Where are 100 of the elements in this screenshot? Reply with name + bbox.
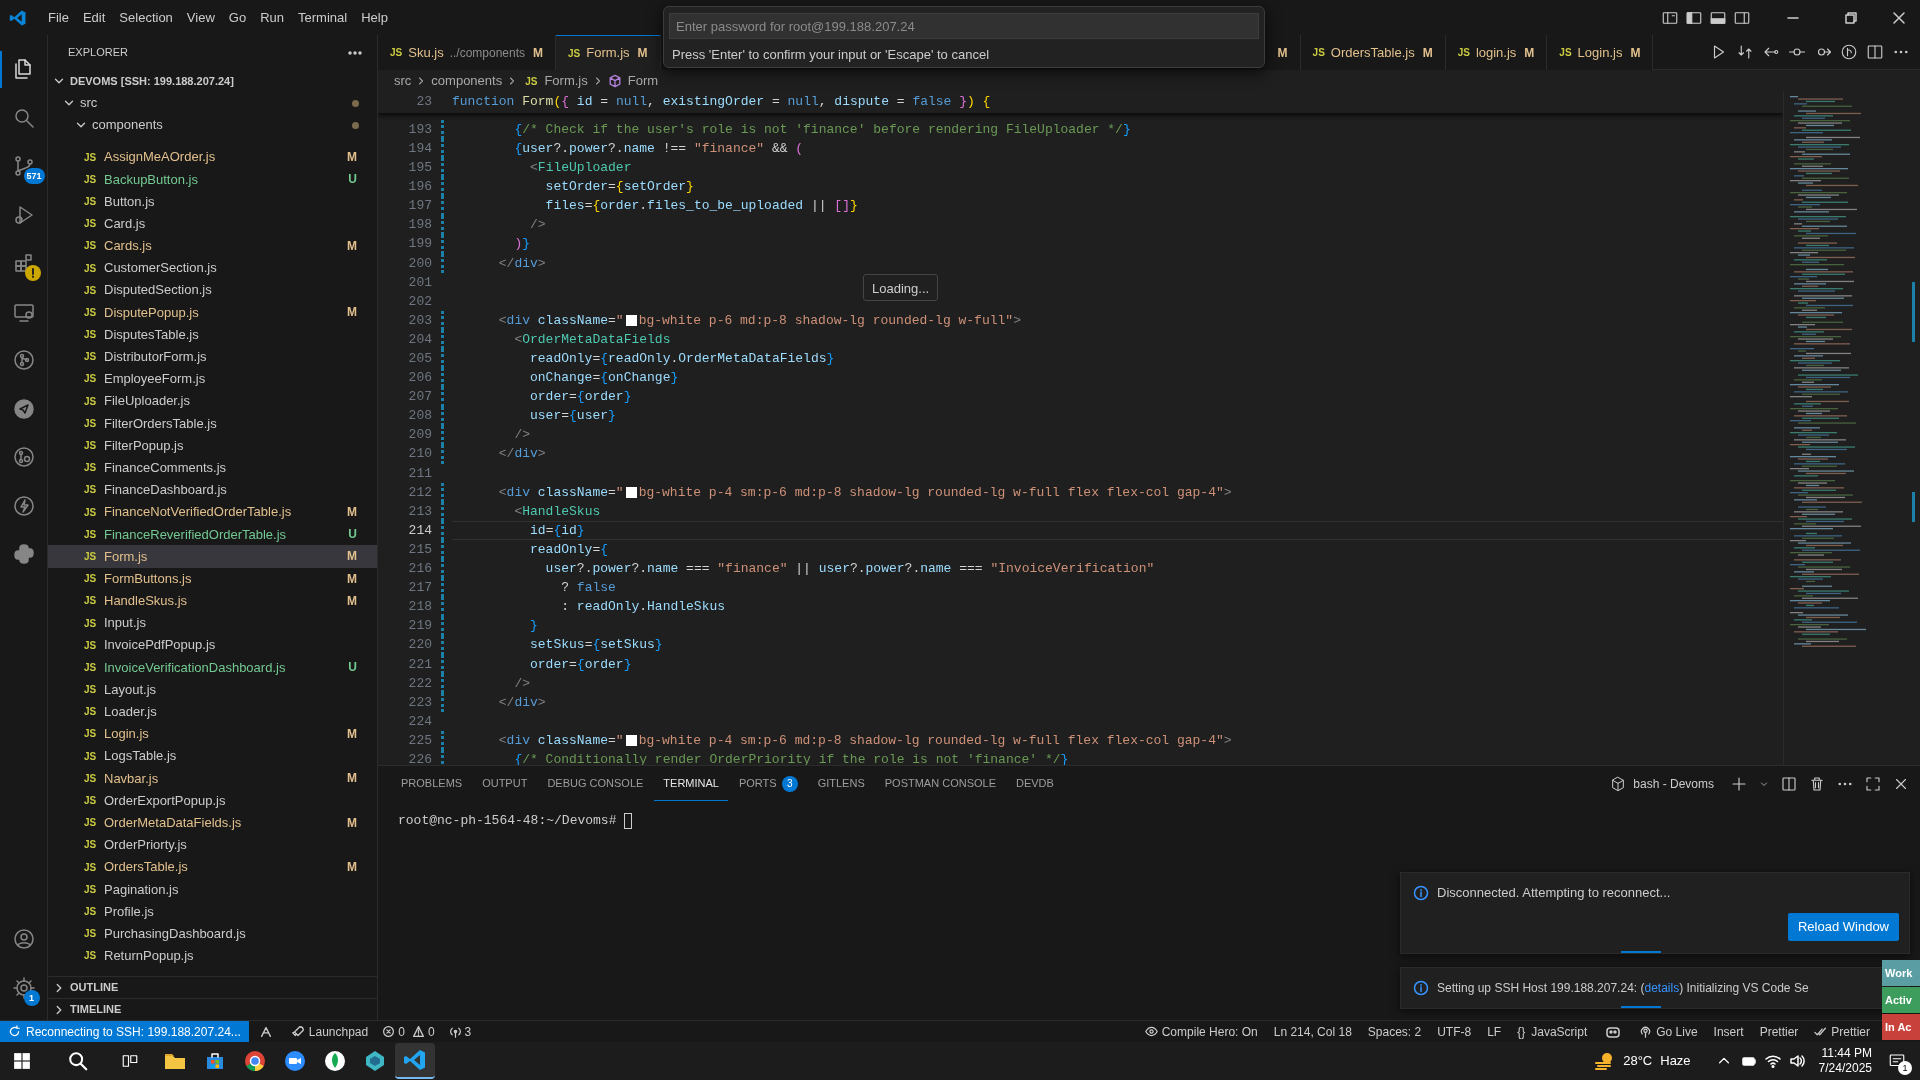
panel-tab[interactable]: DEBUG CONSOLE	[538, 766, 653, 801]
status-item[interactable]: Ln 214, Col 18	[1265, 1022, 1360, 1041]
tree-item[interactable]: JS EmployeeForm.js	[48, 367, 377, 391]
menu-item[interactable]: Terminal	[291, 5, 355, 30]
maximize-icon[interactable]	[1864, 774, 1882, 793]
ports-item[interactable]: 3	[448, 1022, 472, 1041]
editor-tab[interactable]: JS Login.js M	[1547, 35, 1654, 70]
problems-item[interactable]: 0 0	[382, 1022, 435, 1041]
tree-item[interactable]: JS DisputePopup.js M	[48, 301, 377, 324]
clock-time[interactable]: 11:44 PM	[1821, 1046, 1872, 1061]
terminal-name[interactable]: bash - Devoms	[1633, 774, 1714, 793]
tree-item[interactable]: JS ReturnPopup.js	[48, 944, 377, 967]
tree-item[interactable]: JS FinanceDashboard.js	[48, 478, 377, 501]
tree-item[interactable]: JS AssignMeAOrder.js M	[48, 146, 377, 169]
restore-icon[interactable]	[1844, 10, 1858, 25]
folder-name[interactable]: components	[92, 115, 348, 135]
editor-tab[interactable]: JS login.js M	[1445, 35, 1548, 70]
panel-tab[interactable]: DEVDB	[1007, 766, 1063, 801]
breadcrumb-item[interactable]: src	[394, 71, 412, 91]
status-item[interactable]: Compile Hero: On	[1136, 1022, 1266, 1041]
tree-item[interactable]: JS FilterOrdersTable.js	[48, 412, 377, 435]
panel-tab[interactable]: PORTS 3	[729, 766, 807, 801]
commit-graph-icon[interactable]	[11, 348, 36, 373]
split-icon[interactable]	[1780, 774, 1798, 793]
status-item[interactable]: LF	[1479, 1022, 1510, 1041]
tree-item[interactable]: JS FilterPopup.js	[48, 434, 377, 457]
side-widget-tab[interactable]: In Ac	[1882, 1014, 1920, 1040]
python-icon[interactable]	[11, 542, 36, 567]
tree-item[interactable]: JS FormButtons.js M	[48, 567, 377, 590]
details-link[interactable]: details	[1644, 979, 1680, 997]
tree-item[interactable]: JS CustomerSection.js	[48, 256, 377, 280]
tree-item[interactable]: JS FinanceReverifiedOrderTable.js U	[48, 523, 377, 546]
code-editor-taskbar-button[interactable]	[395, 1043, 435, 1079]
account-icon[interactable]	[11, 927, 36, 952]
compass-icon[interactable]	[11, 396, 36, 421]
reload-window-button[interactable]: Reload Window	[1787, 913, 1899, 941]
menu-item[interactable]: File	[41, 5, 76, 30]
menu-item[interactable]: View	[179, 5, 222, 30]
lightning-icon[interactable]	[11, 493, 36, 518]
editor-tab[interactable]: JS Form.js M	[556, 35, 661, 70]
split-editor-icon[interactable]	[1866, 43, 1884, 61]
compare-icon[interactable]	[1736, 43, 1754, 61]
breadcrumb-item[interactable]: Form	[627, 71, 659, 91]
panel-tab[interactable]: GITLENS	[808, 766, 874, 801]
tree-item[interactable]: JS Layout.js	[48, 678, 377, 701]
accounts-sync-icon[interactable]	[258, 1024, 273, 1039]
tree-item[interactable]: JS PurchasingDashboard.js	[48, 922, 377, 945]
panel-tab[interactable]: POSTMAN CONSOLE	[875, 766, 1005, 801]
clock-date[interactable]: 7/24/2025	[1818, 1061, 1872, 1076]
trash-icon[interactable]	[1808, 774, 1826, 793]
settings-icon[interactable]	[11, 975, 36, 1000]
status-item[interactable]: Prettier	[1806, 1022, 1878, 1041]
tree-item[interactable]: JS Card.js	[48, 212, 377, 235]
tree-item[interactable]: JS OrderPriorty.js	[48, 833, 377, 856]
workspace-folder[interactable]: DEVOMS [SSH: 199.188.207.24]	[70, 72, 234, 90]
wifi-icon[interactable]	[1764, 1053, 1781, 1069]
tree-item[interactable]: JS Cards.js M	[48, 234, 377, 257]
breadcrumb-item[interactable]: Form.js	[544, 71, 588, 91]
tree-item[interactable]: JS Login.js M	[48, 722, 377, 746]
status-item[interactable]: Insert	[1705, 1022, 1752, 1041]
section-header[interactable]: OUTLINE	[70, 979, 119, 996]
tree-item[interactable]: JS FinanceNotVerifiedOrderTable.js M	[48, 501, 377, 524]
remote-status[interactable]: Reconnecting to SSH: 199.188.207.24...	[0, 1021, 249, 1042]
close-icon[interactable]	[1892, 10, 1906, 25]
tree-item[interactable]: JS HandleSkus.js M	[48, 589, 377, 612]
folder-name[interactable]: src	[80, 93, 348, 113]
tree-item[interactable]: JS DisputesTable.js	[48, 323, 377, 346]
tree-item[interactable]: JS OrderMetaDataFields.js M	[48, 811, 377, 834]
tree-item[interactable]: JS BackupButton.js U	[48, 168, 377, 191]
editor-tab[interactable]: JS Sku.js ../components M	[378, 35, 556, 70]
tree-item[interactable]: JS Pagination.js	[48, 878, 377, 901]
status-item[interactable]: UTF-8	[1429, 1022, 1480, 1041]
volume-icon[interactable]	[1788, 1053, 1805, 1069]
menu-item[interactable]: Edit	[75, 5, 113, 30]
menu-item[interactable]: Selection	[112, 5, 180, 30]
status-item[interactable]: Spaces: 2	[1359, 1022, 1430, 1041]
tree-item[interactable]: JS Form.js M	[48, 545, 377, 568]
tree-item[interactable]: JS FinanceComments.js	[48, 456, 377, 479]
menu-item[interactable]: Run	[253, 5, 291, 30]
search-icon[interactable]	[67, 1050, 89, 1072]
section-header[interactable]: TIMELINE	[70, 1001, 122, 1018]
status-item[interactable]: Go Live	[1631, 1022, 1706, 1041]
tree-item[interactable]: JS LogsTable.js	[48, 745, 377, 768]
menu-item[interactable]: Help	[354, 5, 395, 30]
menu-item[interactable]: Go	[221, 5, 254, 30]
history-icon[interactable]	[1840, 43, 1858, 61]
tree-item[interactable]: JS Loader.js	[48, 700, 377, 723]
password-field[interactable]: Enter password for root@199.188.207.24	[669, 13, 1259, 39]
tree-item[interactable]: JS OrdersTable.js M	[48, 856, 377, 879]
status-item[interactable]: Prettier	[1751, 1022, 1807, 1041]
editor-tab[interactable]: JS OrdersTable.js M	[1300, 35, 1446, 70]
panel-tab[interactable]: TERMINAL	[654, 766, 728, 801]
tree-item[interactable]: JS Profile.js	[48, 900, 377, 923]
tree-item[interactable]: JS DisputedSection.js	[48, 279, 377, 302]
tree-item[interactable]: JS Navbar.js M	[48, 767, 377, 790]
start-icon[interactable]	[13, 1052, 31, 1070]
tree-item[interactable]: JS OrderExportPopup.js	[48, 789, 377, 812]
panel-tab[interactable]: OUTPUT	[473, 766, 537, 801]
tree-item[interactable]: JS Button.js	[48, 190, 377, 213]
tree-item[interactable]: JS Input.js	[48, 611, 377, 635]
